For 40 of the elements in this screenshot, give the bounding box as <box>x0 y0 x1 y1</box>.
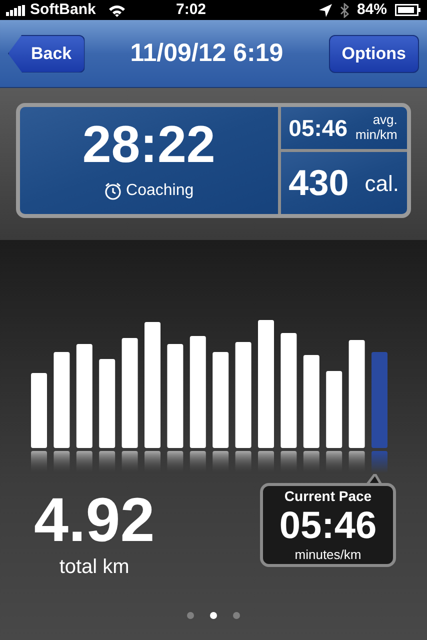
avg-pace-value: 05:46 <box>288 114 348 143</box>
bluetooth-icon <box>340 2 349 18</box>
pace-bar[interactable] <box>348 340 365 448</box>
options-button[interactable]: Options <box>328 34 419 72</box>
current-pace-title: Current Pace <box>284 486 372 506</box>
pace-bar[interactable] <box>280 333 297 448</box>
battery-percent: 84% <box>356 0 387 20</box>
back-button[interactable]: Back <box>8 34 85 72</box>
pace-bar[interactable] <box>54 352 70 448</box>
page-dot[interactable] <box>210 612 217 619</box>
distance-value: 4.92 <box>34 490 155 552</box>
current-pace-unit: minutes/km <box>294 546 362 564</box>
page-dot[interactable] <box>233 612 240 619</box>
pace-bar[interactable] <box>212 352 229 448</box>
calories-unit: cal. <box>364 170 399 198</box>
pace-bar[interactable] <box>190 336 206 448</box>
pace-bar[interactable] <box>76 344 92 448</box>
avg-label: avg. <box>372 113 398 128</box>
distance-label: total km <box>59 555 130 580</box>
current-pace-value: 05:46 <box>279 506 377 545</box>
pace-bar[interactable] <box>303 355 320 448</box>
coaching-label: Coaching <box>126 180 194 200</box>
pace-bar[interactable] <box>326 371 342 448</box>
duration-value: 28:22 <box>82 118 216 170</box>
location-icon <box>318 4 332 16</box>
clock-icon <box>104 182 122 200</box>
signal-icon <box>6 4 26 16</box>
bar-reflection <box>372 451 388 473</box>
pace-bar[interactable] <box>99 359 116 448</box>
pace-bar[interactable] <box>122 338 138 448</box>
status-time: 7:02 <box>176 0 208 20</box>
page-dot[interactable] <box>187 612 194 619</box>
calories-value: 430 <box>288 161 349 206</box>
pace-unit: min/km <box>356 128 398 144</box>
nav-title: 11/09/12 6:19 <box>130 38 284 69</box>
battery-icon <box>395 4 421 16</box>
wifi-icon <box>108 4 126 16</box>
pace-bar[interactable] <box>235 342 252 448</box>
carrier-name: SoftBank <box>30 0 96 20</box>
pace-bar[interactable] <box>167 344 184 448</box>
